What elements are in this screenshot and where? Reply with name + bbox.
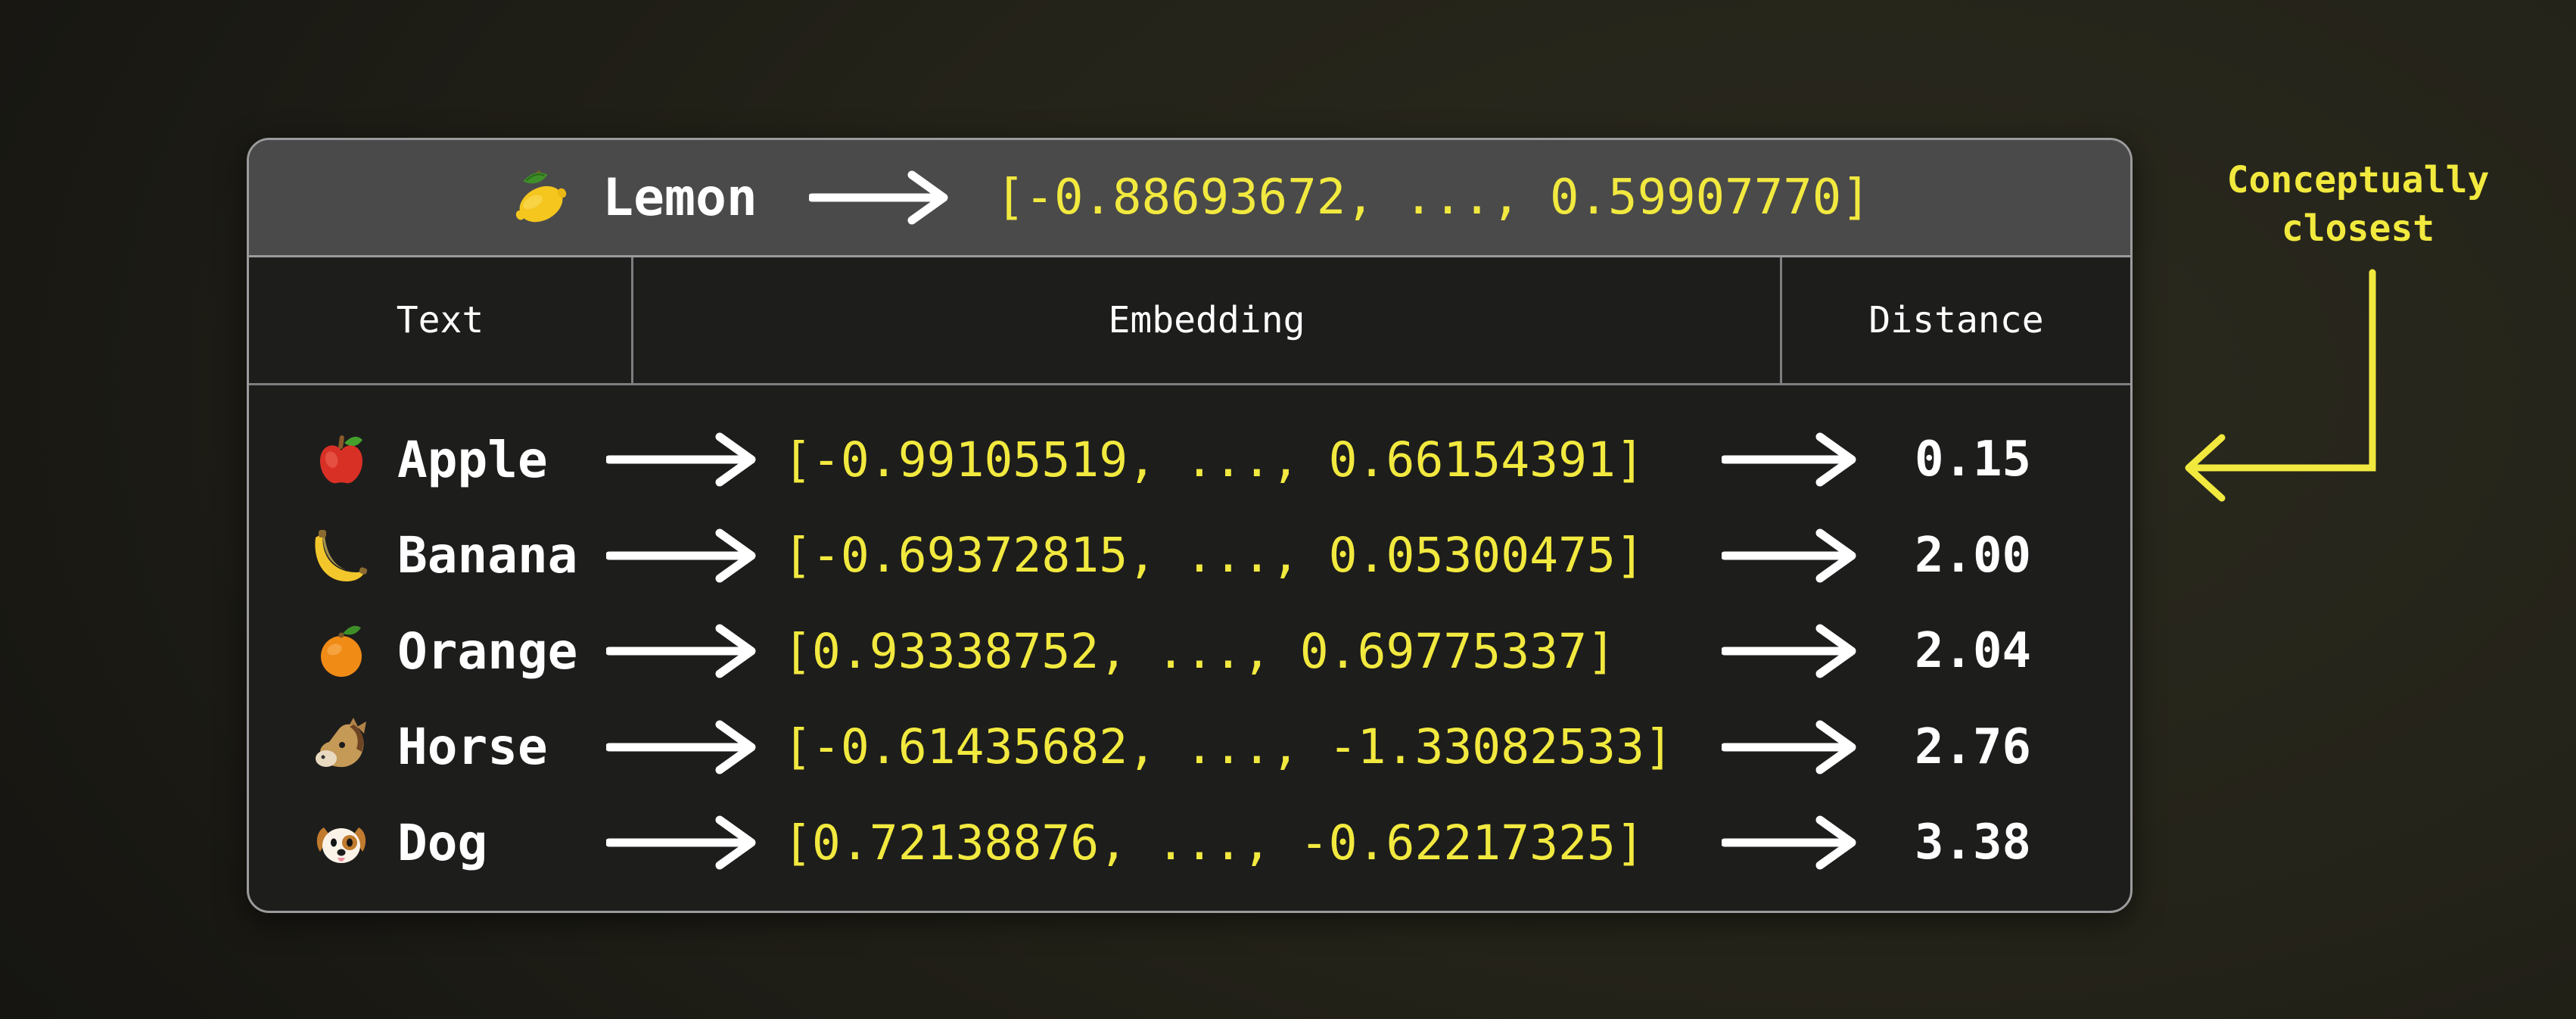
row-embedding-value: [0.93338752, ..., 0.69775337] [783, 624, 1616, 679]
table-row-horse: Horse [-0.61435682, ..., -1.33082533] 2.… [249, 705, 2130, 790]
arrow-right-icon [606, 432, 758, 487]
row-distance-value: 3.38 [1870, 815, 2076, 871]
arrow-right-icon [606, 624, 758, 678]
row-embedding-value: [0.72138876, ..., -0.62217325] [783, 815, 1644, 871]
row-distance-value: 0.15 [1870, 432, 2076, 488]
arrow-right-icon [606, 720, 758, 774]
row-label: Horse [397, 718, 606, 776]
dog-emoji-icon [310, 811, 373, 874]
orange-emoji-icon [310, 619, 373, 683]
table-row-dog: Dog [0.72138876, ..., -0.62217325] 3.38 [249, 800, 2130, 885]
row-distance-value: 2.04 [1870, 623, 2076, 679]
arrow-right-icon [1722, 432, 1858, 487]
table-row-apple: Apple [-0.99105519, ..., 0.66154391] 0.1… [249, 417, 2130, 502]
row-distance-value: 2.00 [1870, 528, 2076, 584]
query-label: Lemon [602, 168, 758, 228]
column-header-embedding: Embedding [633, 257, 1782, 383]
elbow-arrow-icon [2172, 257, 2399, 507]
arrow-right-icon [606, 815, 758, 870]
row-label: Orange [397, 622, 606, 681]
table-header-row: Text Embedding Distance [249, 257, 2130, 385]
page-background: Lemon [-0.88693672, ..., 0.59907770] Tex… [0, 0, 2576, 1019]
arrow-right-icon [1722, 720, 1858, 774]
table-row-banana: Banana [-0.69372815, ..., 0.05300475] 2.… [249, 513, 2130, 598]
row-distance-value: 2.76 [1870, 719, 2076, 775]
row-label: Apple [397, 431, 606, 489]
arrow-right-icon [1722, 815, 1858, 870]
row-label: Dog [397, 814, 606, 872]
horse-emoji-icon [310, 715, 373, 779]
query-banner: Lemon [-0.88693672, ..., 0.59907770] [249, 140, 2130, 257]
row-embedding-value: [-0.99105519, ..., 0.66154391] [783, 432, 1644, 488]
annotation-label: Conceptually closest [2184, 156, 2532, 253]
arrow-right-icon [1722, 624, 1858, 678]
arrow-right-icon [1722, 528, 1858, 583]
lemon-emoji-icon [509, 165, 574, 230]
row-embedding-value: [-0.69372815, ..., 0.05300475] [783, 528, 1644, 583]
column-header-distance: Distance [1782, 257, 2130, 383]
arrow-right-icon [606, 528, 758, 583]
arrow-right-icon [809, 170, 949, 225]
table-row-orange: Orange [0.93338752, ..., 0.69775337] 2.0… [249, 609, 2130, 693]
apple-emoji-icon [310, 428, 373, 491]
row-label: Banana [397, 526, 606, 584]
column-header-text: Text [249, 257, 633, 383]
row-embedding-value: [-0.61435682, ..., -1.33082533] [783, 719, 1673, 774]
table-body: Apple [-0.99105519, ..., 0.66154391] 0.1… [249, 385, 2130, 911]
query-embedding-value: [-0.88693672, ..., 0.59907770] [996, 170, 1871, 226]
banana-emoji-icon [310, 524, 373, 587]
embedding-table-card: Lemon [-0.88693672, ..., 0.59907770] Tex… [247, 138, 2133, 913]
